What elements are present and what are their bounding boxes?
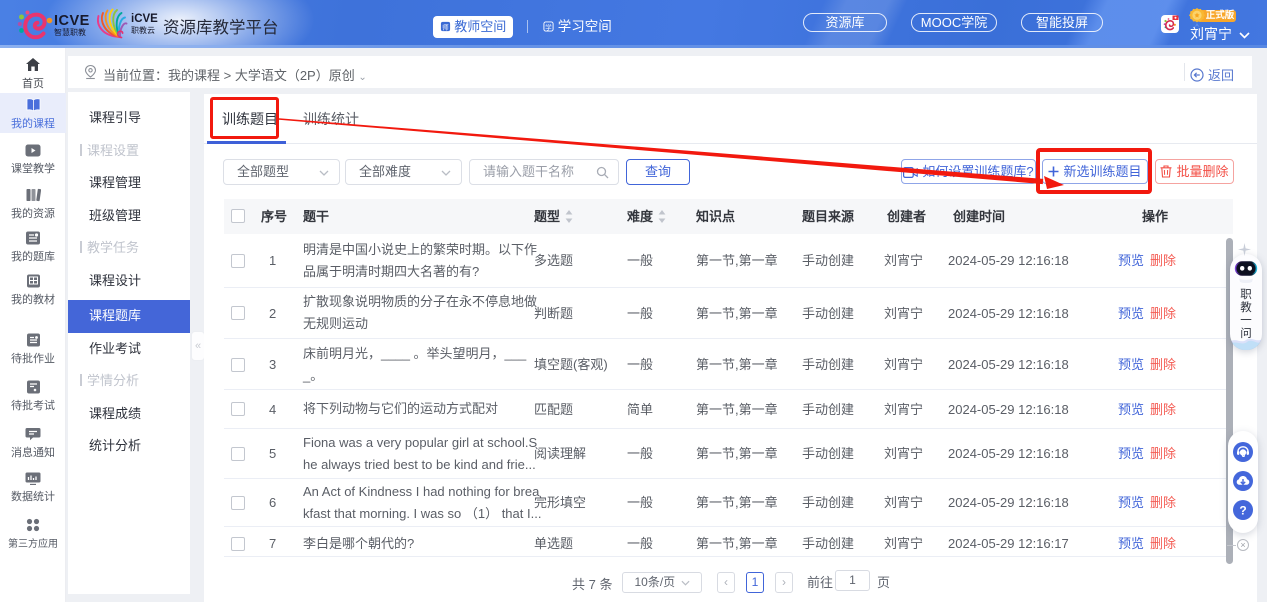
svg-text:学: 学 xyxy=(545,22,552,31)
svg-text:师: 师 xyxy=(442,22,449,31)
svg-text:?: ? xyxy=(1239,504,1246,518)
